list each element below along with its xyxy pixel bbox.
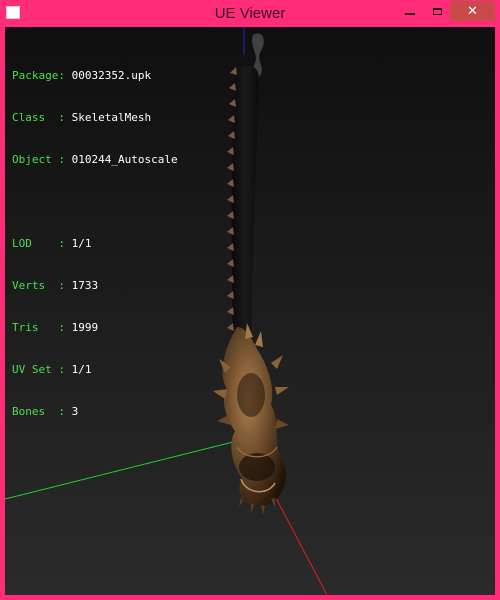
info-row-object: Object : 010244_Autoscale [12, 153, 178, 167]
info-value: 1/1 [71, 237, 92, 250]
info-key: Bones [12, 405, 59, 418]
info-sep: : [58, 153, 72, 166]
close-icon: ✕ [467, 3, 478, 19]
info-value: 1733 [71, 279, 99, 292]
info-key: Tris [12, 321, 59, 334]
maximize-button[interactable] [424, 1, 450, 21]
info-row-class: Class : SkeletalMesh [12, 111, 178, 125]
maximize-icon [432, 7, 442, 15]
info-key: LOD [12, 237, 59, 250]
info-row-package: Package: 00032352.upk [12, 69, 178, 83]
info-value: 3 [71, 405, 79, 418]
info-key: Object [12, 153, 59, 166]
info-spacer [12, 195, 178, 209]
info-row-uvset: UV Set : 1/1 [12, 363, 178, 377]
info-key: Package [12, 69, 59, 82]
title-bar[interactable]: UE Viewer ✕ [0, 0, 500, 27]
close-button[interactable]: ✕ [450, 1, 495, 21]
3d-viewport[interactable]: Package: 00032352.upk Class : SkeletalMe… [5, 27, 495, 595]
info-row-verts: Verts : 1733 [12, 279, 178, 293]
info-sep: : [58, 321, 72, 334]
mesh-info-overlay: Package: 00032352.upk Class : SkeletalMe… [12, 41, 178, 447]
info-key: Verts [12, 279, 59, 292]
info-sep: : [58, 237, 72, 250]
mesh-shaft [231, 65, 259, 347]
info-key: Class [12, 111, 59, 124]
info-key: UV Set [12, 363, 59, 376]
info-row-tris: Tris : 1999 [12, 321, 178, 335]
info-value: 1999 [71, 321, 99, 334]
minimize-button[interactable] [396, 1, 424, 21]
info-value: 1/1 [71, 363, 92, 376]
info-sep: : [58, 279, 72, 292]
minimize-icon [405, 13, 415, 15]
info-row-lod: LOD : 1/1 [12, 237, 178, 251]
info-value: 00032352.upk [71, 69, 152, 82]
app-window: UE Viewer ✕ Package: 00032352.upk Class … [0, 0, 500, 600]
info-sep: : [58, 111, 72, 124]
info-value: SkeletalMesh [71, 111, 152, 124]
mesh-ornament [213, 323, 289, 515]
info-row-bones: Bones : 3 [12, 405, 178, 419]
y-axis-line [5, 440, 238, 500]
info-value: 010244_Autoscale [71, 153, 178, 166]
info-sep: : [58, 363, 72, 376]
info-sep: : [58, 69, 72, 82]
info-sep: : [58, 405, 72, 418]
